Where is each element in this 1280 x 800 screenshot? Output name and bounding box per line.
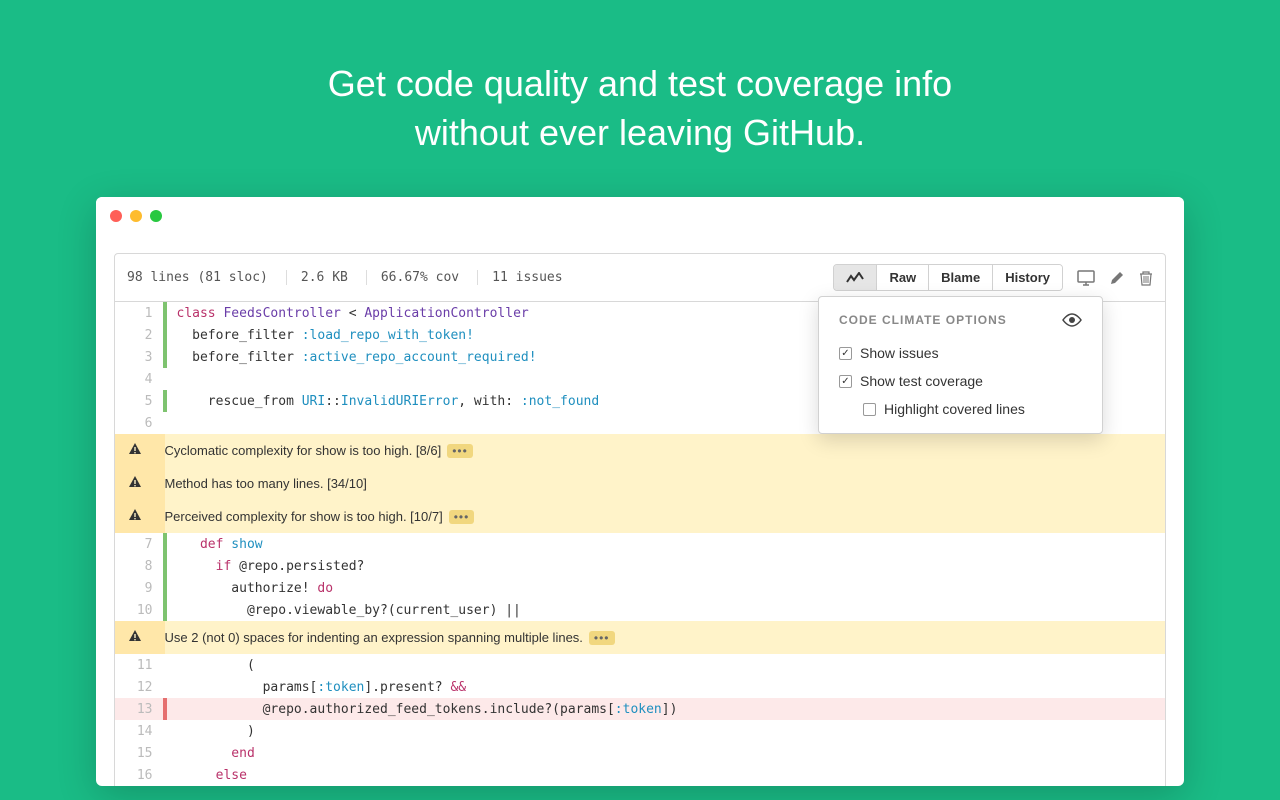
issues-count: 11 issues	[477, 270, 562, 285]
code-line-14: 14 )	[115, 720, 1166, 742]
history-button[interactable]: History	[993, 265, 1062, 290]
window-titlebar	[96, 197, 1184, 235]
raw-button[interactable]: Raw	[877, 265, 929, 290]
file-meta: 98 lines (81 sloc) 2.6 KB 66.67% cov 11 …	[127, 270, 563, 285]
lines-count: 98 lines (81 sloc)	[127, 270, 268, 285]
code-climate-dropdown: CODE CLIMATE OPTIONS Show issues Show te…	[818, 296, 1103, 434]
blame-button[interactable]: Blame	[929, 265, 993, 290]
option-show-issues[interactable]: Show issues	[819, 339, 1102, 367]
warning-icon	[128, 475, 142, 489]
minimize-dot[interactable]	[130, 210, 142, 222]
coverage-pct: 66.67% cov	[366, 270, 459, 285]
code-line-10: 10 @repo.viewable_by?(current_user) ||	[115, 599, 1166, 621]
code-line-11: 11 (	[115, 654, 1166, 676]
code-climate-button[interactable]	[834, 265, 877, 290]
hero-line-1: Get code quality and test coverage info	[20, 60, 1260, 109]
issue-too-many-lines: Method has too many lines. [34/10]	[115, 467, 1166, 500]
code-line-13: 13 @repo.authorized_feed_tokens.include?…	[115, 698, 1166, 720]
toolbar-button-group: Raw Blame History	[833, 264, 1063, 291]
file-size: 2.6 KB	[286, 270, 348, 285]
warning-icon	[128, 508, 142, 522]
trash-icon[interactable]	[1139, 270, 1153, 286]
option-highlight-covered[interactable]: Highlight covered lines	[819, 395, 1102, 433]
more-badge[interactable]: •••	[449, 510, 475, 524]
code-line-8: 8 if @repo.persisted?	[115, 555, 1166, 577]
file-header: 98 lines (81 sloc) 2.6 KB 66.67% cov 11 …	[114, 253, 1166, 302]
dropdown-title: CODE CLIMATE OPTIONS	[839, 313, 1007, 327]
desktop-icon[interactable]	[1077, 270, 1095, 286]
issue-perceived: Perceived complexity for show is too hig…	[115, 500, 1166, 533]
code-line-15: 15 end	[115, 742, 1166, 764]
issue-cyclomatic: Cyclomatic complexity for show is too hi…	[115, 434, 1166, 467]
more-badge[interactable]: •••	[589, 631, 615, 645]
issue-spacing: Use 2 (not 0) spaces for indenting an ex…	[115, 621, 1166, 654]
line-number: 1	[115, 302, 165, 324]
close-dot[interactable]	[110, 210, 122, 222]
checkbox-show-coverage[interactable]	[839, 375, 852, 388]
checkbox-show-issues[interactable]	[839, 347, 852, 360]
option-show-coverage[interactable]: Show test coverage	[819, 367, 1102, 395]
maximize-dot[interactable]	[150, 210, 162, 222]
code-climate-logo-icon	[846, 272, 864, 284]
hero-headline: Get code quality and test coverage info …	[0, 0, 1280, 197]
checkbox-highlight-covered[interactable]	[863, 403, 876, 416]
code-line-9: 9 authorize! do	[115, 577, 1166, 599]
warning-icon	[128, 629, 142, 643]
eye-icon	[1062, 313, 1082, 327]
code-line-16: 16 else	[115, 764, 1166, 786]
hero-line-2: without ever leaving GitHub.	[20, 109, 1260, 158]
code-line-12: 12 params[:token].present? &&	[115, 676, 1166, 698]
warning-icon	[128, 442, 142, 456]
browser-window: 98 lines (81 sloc) 2.6 KB 66.67% cov 11 …	[96, 197, 1184, 786]
code-line-7: 7 def show	[115, 533, 1166, 555]
edit-icon[interactable]	[1109, 270, 1125, 286]
more-badge[interactable]: •••	[447, 444, 473, 458]
